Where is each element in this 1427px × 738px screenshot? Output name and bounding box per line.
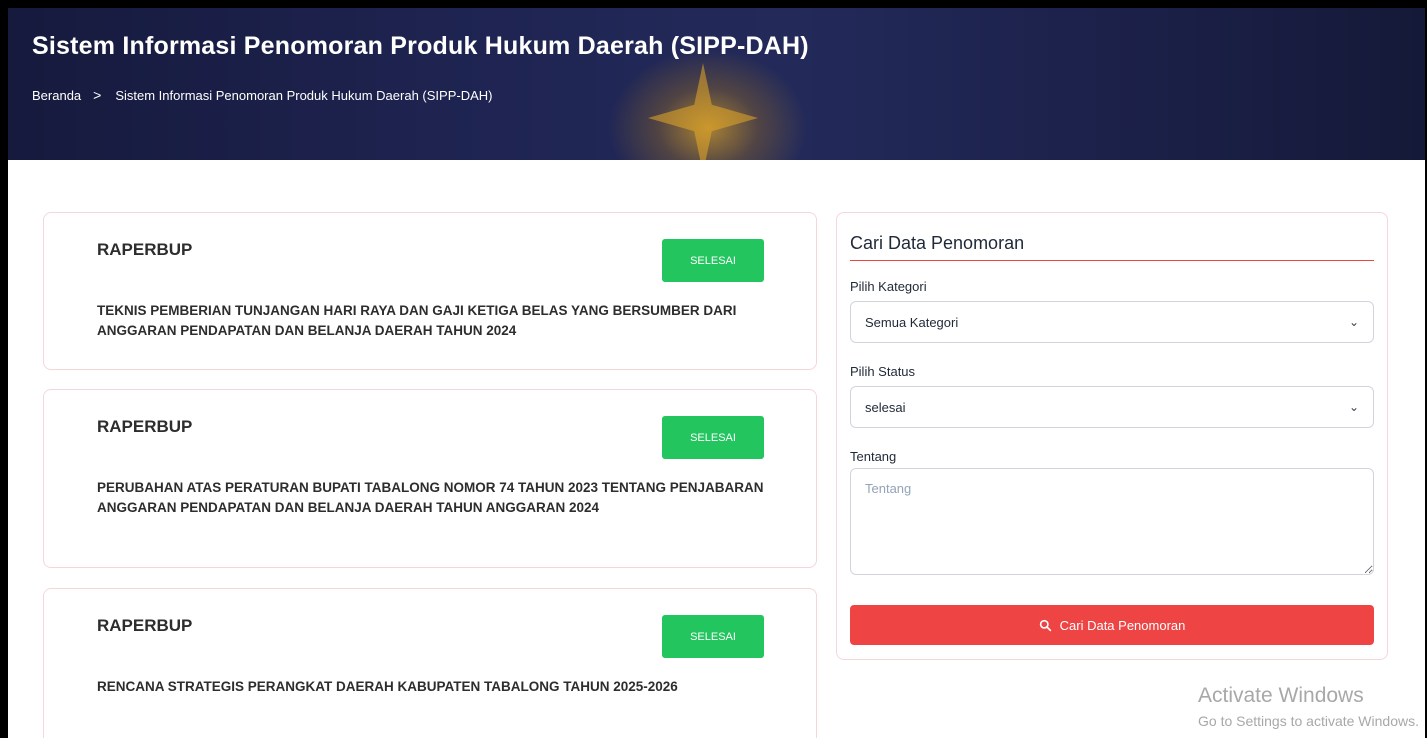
chevron-down-icon: ⌄ bbox=[1348, 400, 1359, 414]
status-label: Pilih Status bbox=[850, 364, 916, 379]
page-title: Sistem Informasi Penomoran Produk Hukum … bbox=[32, 32, 809, 60]
result-description: TEKNIS PEMBERIAN TUNJANGAN HARI RAYA DAN… bbox=[97, 303, 737, 338]
result-category: RAPERBUP bbox=[97, 240, 193, 259]
breadcrumb-separator-icon: > bbox=[93, 87, 102, 103]
result-card[interactable]: RAPERBUP SELESAI TEKNIS PEMBERIAN TUNJAN… bbox=[43, 212, 817, 370]
search-panel: Cari Data Penomoran Pilih Kategori Semua… bbox=[836, 212, 1388, 660]
result-card[interactable]: RAPERBUP SELESAI PERUBAHAN ATAS PERATURA… bbox=[43, 389, 817, 568]
about-label: Tentang bbox=[850, 449, 897, 464]
result-category: RAPERBUP bbox=[97, 417, 193, 436]
breadcrumb-home-link[interactable]: Beranda bbox=[32, 88, 81, 103]
page-header-banner: Sistem Informasi Penomoran Produk Hukum … bbox=[8, 8, 1425, 160]
breadcrumb-current: Sistem Informasi Penomoran Produk Hukum … bbox=[115, 87, 493, 103]
about-textarea[interactable] bbox=[850, 468, 1374, 575]
windows-activation-watermark: Activate Windows Go to Settings to activ… bbox=[1198, 684, 1419, 729]
result-description: RENCANA STRATEGIS PERANGKAT DAERAH KABUP… bbox=[97, 679, 678, 694]
chevron-down-icon: ⌄ bbox=[1348, 315, 1359, 329]
browser-viewport: Sistem Informasi Penomoran Produk Hukum … bbox=[0, 0, 1427, 738]
search-icon bbox=[1039, 619, 1051, 631]
title-divider bbox=[850, 260, 1374, 261]
status-selected-value: selesai bbox=[865, 399, 906, 415]
status-badge[interactable]: SELESAI bbox=[662, 615, 764, 658]
watermark-line1: Activate Windows bbox=[1198, 684, 1364, 707]
search-submit-label: Cari Data Penomoran bbox=[1059, 617, 1186, 633]
search-panel-title: Cari Data Penomoran bbox=[850, 233, 1025, 253]
search-submit-button[interactable]: Cari Data Penomoran bbox=[850, 605, 1374, 645]
category-select[interactable]: Semua Kategori ⌄ bbox=[850, 301, 1374, 343]
breadcrumb: Beranda > Sistem Informasi Penomoran Pro… bbox=[32, 87, 492, 103]
category-selected-value: Semua Kategori bbox=[865, 314, 959, 330]
category-label: Pilih Kategori bbox=[850, 279, 927, 294]
result-category: RAPERBUP bbox=[97, 616, 193, 635]
watermark-line2: Go to Settings to activate Windows. bbox=[1198, 713, 1419, 729]
status-badge[interactable]: SELESAI bbox=[662, 239, 764, 282]
result-card[interactable]: RAPERBUP SELESAI RENCANA STRATEGIS PERAN… bbox=[43, 588, 817, 738]
result-description: PERUBAHAN ATAS PERATURAN BUPATI TABALONG… bbox=[97, 480, 764, 515]
status-badge[interactable]: SELESAI bbox=[662, 416, 764, 459]
status-select[interactable]: selesai ⌄ bbox=[850, 386, 1374, 428]
